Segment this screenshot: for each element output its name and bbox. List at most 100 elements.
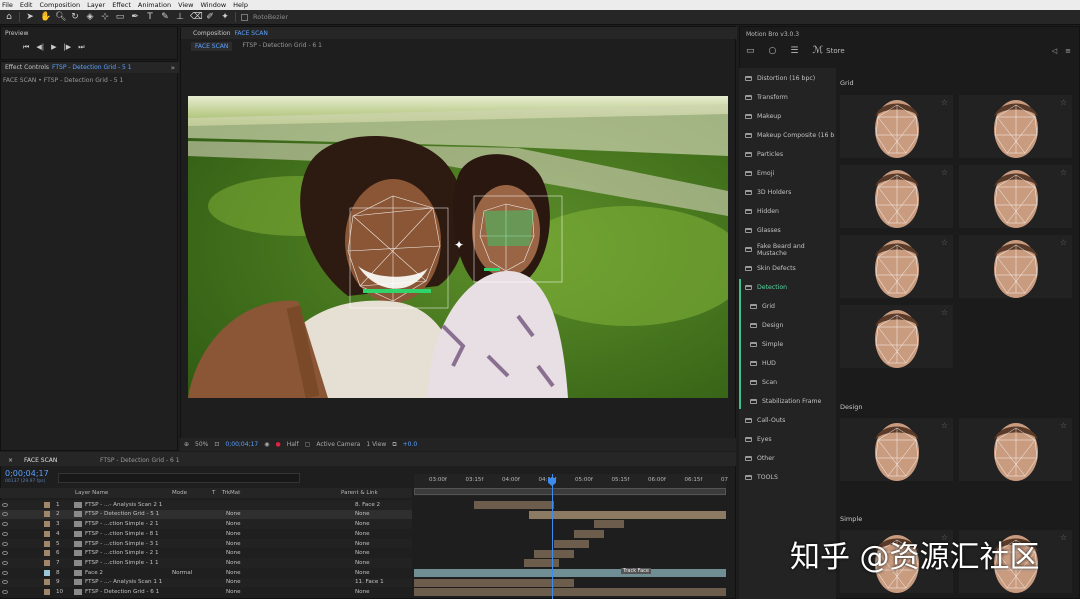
sound-icon[interactable]: ◁ bbox=[1052, 47, 1057, 55]
shape-tool-icon[interactable]: ▭ bbox=[115, 12, 125, 22]
brush-tool-icon[interactable]: ✎ bbox=[160, 12, 170, 22]
menu-animation[interactable]: Animation bbox=[138, 1, 171, 9]
layer-name[interactable]: FTSP - ...ction Simple - 8 1 bbox=[85, 531, 159, 537]
preset-thumbnail[interactable]: ☆ bbox=[840, 95, 953, 158]
puppet-tool-icon[interactable]: ✦ bbox=[220, 12, 230, 22]
layer-name[interactable]: FTSP - ...- Analysis Scan 2 1 bbox=[85, 502, 162, 508]
layer-row[interactable]: 2 FTSP - Detection Grid - 5 1 None None bbox=[0, 509, 412, 520]
color-icon[interactable]: ● bbox=[275, 441, 280, 448]
label-color-swatch[interactable] bbox=[44, 540, 50, 547]
home-icon[interactable]: ⌂ bbox=[4, 12, 14, 22]
layer-duration-bar[interactable] bbox=[414, 578, 574, 587]
timeline-timecode[interactable]: 0;00;04;17 bbox=[5, 469, 49, 478]
col-t[interactable]: T bbox=[212, 490, 215, 496]
label-color-swatch[interactable] bbox=[44, 559, 50, 566]
timeline-tab-active[interactable]: FACE SCAN bbox=[24, 457, 57, 464]
track-matte[interactable]: None bbox=[226, 531, 241, 537]
track-matte[interactable]: None bbox=[226, 589, 241, 595]
parent-link[interactable]: None bbox=[355, 560, 370, 566]
layer-row[interactable]: 5 FTSP - ...ction Simple - 3 1 None None bbox=[0, 538, 412, 549]
col-trkmat[interactable]: TrkMat bbox=[222, 490, 240, 496]
label-color-swatch[interactable] bbox=[44, 550, 50, 557]
layer-duration-bar[interactable] bbox=[534, 549, 574, 558]
favorite-star-icon[interactable]: ☆ bbox=[941, 421, 948, 430]
favorite-star-icon[interactable]: ☆ bbox=[941, 168, 948, 177]
preset-thumbnail[interactable]: ☆ bbox=[840, 165, 953, 228]
menu-help[interactable]: Help bbox=[233, 1, 248, 9]
menu-window[interactable]: Window bbox=[201, 1, 227, 9]
eraser-tool-icon[interactable]: ⌫ bbox=[190, 12, 203, 22]
category-item[interactable]: HUD bbox=[739, 355, 836, 372]
expand-icon[interactable]: » bbox=[171, 64, 175, 72]
magnify-icon[interactable]: ⊕ bbox=[184, 441, 189, 448]
parent-link[interactable]: None bbox=[355, 521, 370, 527]
category-item[interactable]: Eyes bbox=[739, 431, 836, 448]
layer-name[interactable]: FTSP - ...ction Simple - 3 1 bbox=[85, 541, 159, 547]
menu-composition[interactable]: Composition bbox=[39, 1, 80, 9]
search-icon[interactable]: ○ bbox=[769, 46, 777, 56]
label-color-swatch[interactable] bbox=[44, 501, 50, 508]
menu-effect[interactable]: Effect bbox=[112, 1, 131, 9]
layer-name[interactable]: FTSP - ...ction Simple - 2 1 bbox=[85, 550, 159, 556]
preset-thumbnail[interactable]: ☆ bbox=[959, 165, 1072, 228]
layer-duration-bar[interactable] bbox=[474, 501, 554, 509]
category-item[interactable]: Design bbox=[739, 317, 836, 334]
label-color-swatch[interactable] bbox=[44, 521, 50, 528]
col-parent[interactable]: Parent & Link bbox=[341, 490, 378, 496]
timeline-search-input[interactable] bbox=[58, 473, 300, 483]
last-frame-icon[interactable]: ⏭ bbox=[78, 43, 84, 52]
view-layout-select[interactable]: 1 View bbox=[366, 441, 386, 448]
layer-name[interactable]: FTSP - ...ction Simple - 1 1 bbox=[85, 560, 159, 566]
category-item[interactable]: Emoji bbox=[739, 165, 836, 182]
track-matte[interactable]: None bbox=[226, 579, 241, 585]
clone-tool-icon[interactable]: ⊥ bbox=[175, 12, 185, 22]
favorite-star-icon[interactable]: ☆ bbox=[1060, 168, 1067, 177]
category-item[interactable]: Hidden bbox=[739, 203, 836, 220]
snapshot-icon[interactable]: ◉ bbox=[264, 441, 269, 448]
exposure-value[interactable]: +0.0 bbox=[403, 441, 418, 448]
category-item[interactable]: Grid bbox=[739, 298, 836, 315]
layer-row[interactable]: 10 FTSP - Detection Grid - 6 1 None None bbox=[0, 587, 412, 597]
comp-subtab-other[interactable]: FTSP - Detection Grid - 6 1 bbox=[242, 42, 322, 51]
category-item[interactable]: Transform bbox=[739, 89, 836, 106]
label-color-swatch[interactable] bbox=[44, 511, 50, 518]
visibility-eye-icon[interactable] bbox=[2, 570, 8, 575]
parent-link[interactable]: 8. Face 2 bbox=[355, 502, 380, 508]
col-layer-name[interactable]: Layer Name bbox=[75, 490, 108, 496]
parent-link[interactable]: 11. Face 1 bbox=[355, 579, 384, 585]
layer-row[interactable]: 7 FTSP - ...ction Simple - 1 1 None None bbox=[0, 558, 412, 568]
preset-thumbnail[interactable]: ☆ bbox=[959, 235, 1072, 298]
work-area-bar[interactable] bbox=[414, 488, 726, 495]
category-item[interactable]: Simple bbox=[739, 336, 836, 353]
prev-frame-icon[interactable]: ◀| bbox=[36, 43, 44, 52]
store-button[interactable]: ℳ Store bbox=[812, 45, 844, 56]
category-item[interactable]: 3D Holders bbox=[739, 184, 836, 201]
preset-thumbnail[interactable]: ☆ bbox=[840, 235, 953, 298]
effect-controls-tab[interactable]: Effect Controls bbox=[5, 64, 49, 71]
visibility-eye-icon[interactable] bbox=[2, 560, 8, 565]
playhead[interactable] bbox=[552, 474, 553, 599]
fit-icon[interactable]: ⊡ bbox=[214, 441, 219, 448]
category-item[interactable]: Fake Beard and Mustache bbox=[739, 241, 836, 258]
category-item[interactable]: Call-Outs bbox=[739, 412, 836, 429]
favorite-star-icon[interactable]: ☆ bbox=[941, 238, 948, 247]
category-item[interactable]: Other bbox=[739, 450, 836, 467]
layer-duration-bar[interactable] bbox=[414, 588, 726, 597]
composition-tab[interactable]: Composition bbox=[193, 30, 230, 37]
track-matte[interactable]: None bbox=[226, 570, 241, 576]
layer-name[interactable]: FTSP - ...ction Simple - 2 1 bbox=[85, 521, 159, 527]
category-item[interactable]: Detection bbox=[739, 279, 836, 296]
category-item[interactable]: Skin Defects bbox=[739, 260, 836, 277]
effect-controls-layer[interactable]: FTSP - Detection Grid - 5 1 bbox=[52, 64, 132, 71]
visibility-eye-icon[interactable] bbox=[2, 512, 8, 517]
next-frame-icon[interactable]: |▶ bbox=[63, 43, 71, 52]
col-mode[interactable]: Mode bbox=[172, 490, 187, 496]
category-item[interactable]: Stabilization Frame bbox=[739, 393, 836, 410]
zoom-select[interactable]: 50% bbox=[195, 441, 208, 448]
time-ruler[interactable]: 03:00f 03:15f 04:00f 04:15f 05:00f 05:15f 06:0… bbox=[414, 474, 728, 496]
layer-duration-bar[interactable] bbox=[524, 559, 559, 568]
preset-thumbnail[interactable]: ☆ bbox=[959, 95, 1072, 158]
favorite-star-icon[interactable]: ☆ bbox=[1060, 238, 1067, 247]
visibility-eye-icon[interactable] bbox=[2, 580, 8, 585]
composition-name[interactable]: FACE SCAN bbox=[234, 30, 267, 37]
